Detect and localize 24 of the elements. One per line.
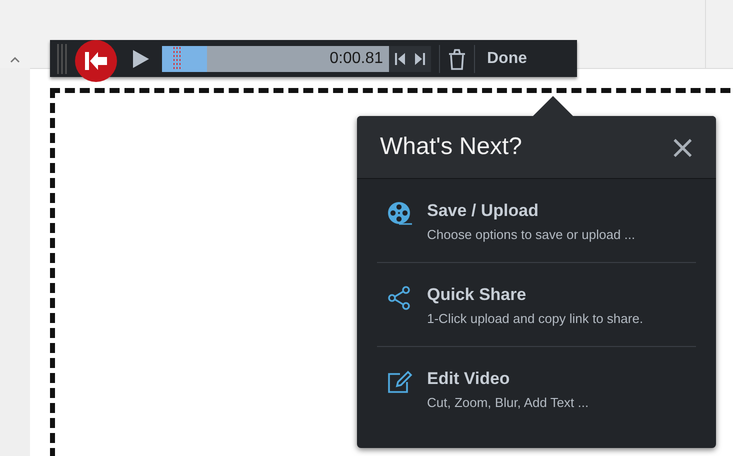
item-title: Quick Share <box>427 285 528 305</box>
item-title: Save / Upload <box>427 201 540 221</box>
menu-item[interactable]: Quick Share 1-Click upload and copy link to share. <box>357 263 716 346</box>
close-button[interactable]: × <box>669 131 696 163</box>
collapse-icon[interactable] <box>10 56 20 63</box>
popup-title: What's Next? <box>380 133 522 161</box>
done-button[interactable]: Done <box>483 50 531 68</box>
trash-icon[interactable] <box>448 48 466 70</box>
item-description: Cut, Zoom, Blur, Add Text ... <box>427 395 589 410</box>
progress-track[interactable]: 0:00.81 <box>162 46 389 72</box>
play-icon[interactable] <box>132 48 150 68</box>
item-title: Edit Video <box>427 369 511 389</box>
item-description: 1-Click upload and copy link to share. <box>427 311 644 326</box>
skip-end-icon[interactable] <box>413 50 427 66</box>
restart-icon[interactable] <box>74 38 118 82</box>
share-icon <box>387 285 413 311</box>
edit-icon <box>387 369 413 395</box>
menu-item[interactable]: Edit Video Cut, Zoom, Blur, Add Text ... <box>357 347 716 430</box>
film-reel-icon <box>387 201 413 227</box>
time-readout: 0:00.81 <box>330 50 384 68</box>
skip-start-icon[interactable] <box>393 50 407 66</box>
grip-icon[interactable] <box>56 44 70 74</box>
menu-item[interactable]: Save / Upload Choose options to save or upload ... <box>357 179 716 262</box>
item-description: Choose options to save or upload ... <box>427 227 636 242</box>
